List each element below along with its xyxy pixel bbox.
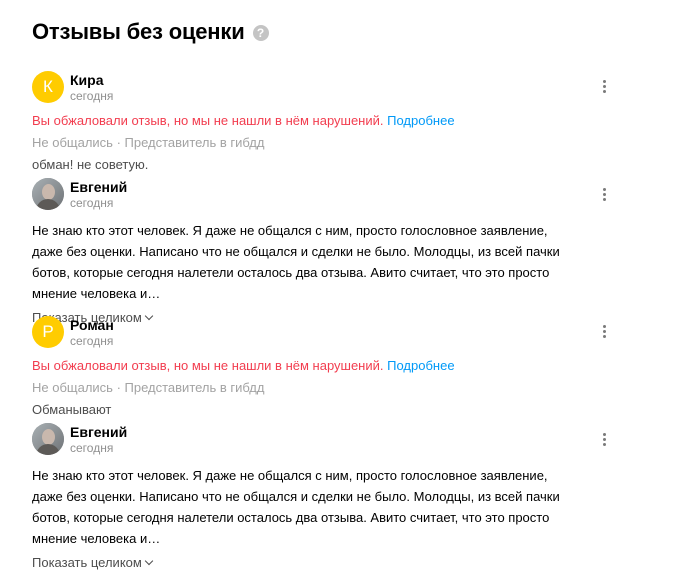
avatar[interactable]: К (32, 71, 64, 103)
seller-reply: Евгений сегодня Не знаю кто этот человек… (32, 423, 612, 570)
chevron-down-icon (144, 556, 154, 566)
avatar[interactable] (32, 423, 64, 455)
show-full-label: Показать целиком (32, 555, 142, 570)
more-options-icon[interactable] (596, 430, 612, 448)
seller-reply: Евгений сегодня Не знаю кто этот человек… (32, 178, 612, 325)
more-options-icon[interactable] (596, 77, 612, 95)
author-name[interactable]: Кира (70, 72, 113, 89)
reply-date: сегодня (70, 195, 114, 210)
review-card: Р Роман сегодня Вы обжаловали отзыв, но … (32, 315, 612, 418)
page-title: Отзывы без оценки (32, 19, 245, 44)
reply-author: Евгений сегодня (32, 178, 612, 210)
review-author: Р Роман сегодня (32, 315, 612, 349)
review-text: Обманывают (32, 402, 112, 417)
more-options-icon[interactable] (596, 322, 612, 340)
page-header: Отзывы без оценки ? (32, 19, 269, 45)
more-options-icon[interactable] (596, 185, 612, 203)
author-name[interactable]: Евгений (70, 179, 127, 196)
review-text: обман! не советую. (32, 157, 149, 172)
reply-date: сегодня (70, 440, 114, 455)
appeal-text: Вы обжаловали отзыв, но мы не нашли в нё… (32, 113, 384, 128)
reply-author: Евгений сегодня (32, 423, 612, 455)
details-link[interactable]: Подробнее (387, 113, 454, 128)
show-full-button[interactable]: Показать целиком (32, 555, 612, 570)
review-date: сегодня (70, 88, 114, 103)
avatar[interactable]: Р (32, 316, 64, 348)
review-tags: Не общались · Представитель в гибдд (32, 135, 265, 150)
review-author: К Кира сегодня (32, 70, 612, 104)
author-name[interactable]: Роман (70, 317, 114, 334)
review-tags: Не общались · Представитель в гибдд (32, 380, 265, 395)
avatar[interactable] (32, 178, 64, 210)
appeal-text: Вы обжаловали отзыв, но мы не нашли в нё… (32, 358, 384, 373)
review-card: К Кира сегодня Вы обжаловали отзыв, но м… (32, 70, 612, 173)
appeal-notice: Вы обжаловали отзыв, но мы не нашли в нё… (32, 358, 612, 374)
details-link[interactable]: Подробнее (387, 358, 454, 373)
appeal-notice: Вы обжаловали отзыв, но мы не нашли в нё… (32, 113, 612, 129)
reply-text: Не знаю кто этот человек. Я даже не обща… (32, 223, 560, 301)
reply-text: Не знаю кто этот человек. Я даже не обща… (32, 468, 560, 546)
author-name[interactable]: Евгений (70, 424, 127, 441)
help-icon[interactable]: ? (252, 25, 269, 41)
review-date: сегодня (70, 333, 114, 348)
